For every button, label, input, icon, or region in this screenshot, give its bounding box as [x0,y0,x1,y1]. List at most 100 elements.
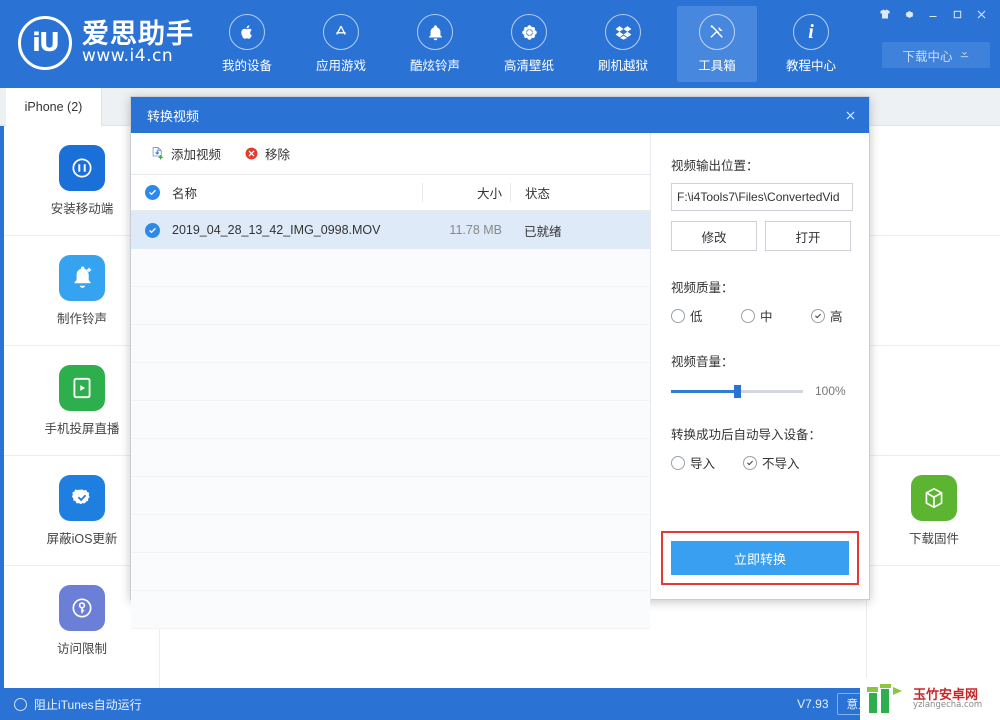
radio-checked-icon [811,308,825,323]
nav-item-wallpapers[interactable]: 高清壁纸 [489,6,569,82]
version-label: V7.93 [797,697,829,711]
right-cell-empty-4 [867,566,1000,676]
remove-button[interactable]: 移除 [243,144,290,163]
auto-import-radios: 导入 不导入 [671,453,851,472]
info-icon: i [793,14,829,50]
auto-import-option-yes[interactable]: 导入 [671,453,743,472]
gear-icon[interactable] [898,4,920,24]
close-icon[interactable] [970,4,992,24]
sidebar-item-label: 制作铃声 [56,311,107,326]
nav-item-apps-games[interactable]: 应用游戏 [301,6,381,82]
nav-item-tutorials[interactable]: i 教程中心 [771,6,851,82]
radio-unchecked-icon [671,308,685,323]
download-center-button[interactable]: 下载中心 [882,42,990,68]
sidebar-item-label: 手机投屏直播 [44,421,120,436]
app-logo: iU 爱思助手 www.i4.cn [18,16,194,70]
volume-label: 视频音量： [671,355,734,369]
empty-row [131,363,650,401]
radio-checked-icon [743,455,757,470]
status-bar: 阻止iTunes自动运行 V7.93 意见反馈 微信公众号 [0,688,1000,720]
empty-row [131,401,650,439]
dropbox-icon [605,14,641,50]
sidebar-item-label: 安装移动端 [50,201,114,216]
select-all-checkbox[interactable] [145,185,160,200]
column-header-size[interactable]: 大小 [422,183,510,202]
radio-label: 中 [760,310,773,324]
toggle-circle-icon [14,697,27,711]
output-location-label: 视频输出位置： [671,159,759,173]
nav-label: 我的设备 [221,59,272,73]
nav-item-my-device[interactable]: 我的设备 [207,6,287,82]
minimize-icon[interactable] [922,4,944,24]
skin-icon[interactable] [874,4,896,24]
quality-option-high[interactable]: 高 [811,306,843,325]
volume-slider-row: 100% [671,384,851,398]
auto-import-label: 转换成功后自动导入设备： [671,428,822,442]
dialog-titlebar: 转换视频 [131,97,869,133]
empty-row [131,591,650,629]
nav-item-toolbox[interactable]: 工具箱 [677,6,757,82]
toolbar-label: 添加视频 [171,148,222,162]
nav-label: 应用游戏 [315,59,366,73]
convert-video-dialog: 转换视频 添加视频 移除 名称 大小 状态 2019_04_28_13_42_I… [130,96,870,629]
column-header-name[interactable]: 名称 [160,183,422,202]
nav-label: 刷机越狱 [597,59,648,73]
volume-slider[interactable] [671,384,803,398]
nav-item-ringtones[interactable]: 酷炫铃声 [395,6,475,82]
cube-icon [911,474,957,521]
flower-icon [511,14,547,50]
right-cell-empty-1 [867,126,1000,236]
watermark-url: yzlangecha.com [913,700,983,711]
sidebar-item-label: 下载固件 [908,531,959,546]
right-tools-column: 下载固件 [866,126,1000,688]
tab-iphone[interactable]: iPhone (2) [6,88,102,126]
watermark-logo-icon [866,683,908,715]
add-video-icon [149,146,165,162]
file-list: 2019_04_28_13_42_IMG_0998.MOV 11.78 MB 已… [131,211,650,629]
sidebar-item-download-firmware[interactable]: 下载固件 [867,456,1000,566]
auto-import-option-no[interactable]: 不导入 [743,453,800,472]
logo-url: www.i4.cn [82,46,174,67]
sidebar-item-label: 访问限制 [56,642,107,656]
logo-name: 爱思助手 [82,18,194,49]
volume-group: 视频音量： 100% [671,351,851,398]
volume-slider-handle[interactable] [734,384,741,398]
convert-now-button[interactable]: 立即转换 [671,541,849,575]
nav-label: 工具箱 [698,59,736,73]
file-status: 已就绪 [524,224,562,239]
radio-unchecked-icon [741,308,755,323]
empty-row [131,287,650,325]
empty-row [131,439,650,477]
radio-label: 导入 [690,457,716,471]
table-row[interactable]: 2019_04_28_13_42_IMG_0998.MOV 11.78 MB 已… [131,211,650,249]
i4-app-icon [59,144,105,191]
close-icon[interactable] [831,97,869,133]
nav-item-flash-jailbreak[interactable]: 刷机越狱 [583,6,663,82]
radio-label: 高 [830,310,843,324]
quality-option-medium[interactable]: 中 [741,306,811,325]
app-window: iU 爱思助手 www.i4.cn 我的设备 应用游戏 酷炫铃声 高清壁纸 刷机… [0,0,1000,720]
gear-check-icon [59,474,105,521]
toolbar-label: 移除 [265,148,291,162]
modify-path-button[interactable]: 修改 [671,221,757,251]
screen-cast-icon [59,364,105,411]
apple-icon [229,14,265,50]
quality-option-low[interactable]: 低 [671,306,741,325]
dialog-title: 转换视频 [147,108,200,124]
itunes-toggle[interactable]: 阻止iTunes自动运行 [0,696,142,713]
quality-label: 视频质量： [671,281,734,295]
row-checkbox[interactable] [145,222,160,238]
empty-row [131,515,650,553]
output-path-input[interactable]: F:\i4Tools7\Files\ConvertedVid [671,183,853,211]
empty-row [131,325,650,363]
nav-label: 酷炫铃声 [409,59,460,73]
maximize-icon[interactable] [946,4,968,24]
add-video-button[interactable]: 添加视频 [149,144,221,163]
nav-label: 高清壁纸 [503,59,554,73]
right-cell-empty-3 [867,346,1000,456]
column-header-status[interactable]: 状态 [510,183,610,202]
volume-value: 100% [815,384,846,398]
radio-unchecked-icon [671,455,685,470]
watermark-text: 玉竹安卓网 yzlangecha.com [913,688,982,711]
open-path-button[interactable]: 打开 [765,221,851,251]
